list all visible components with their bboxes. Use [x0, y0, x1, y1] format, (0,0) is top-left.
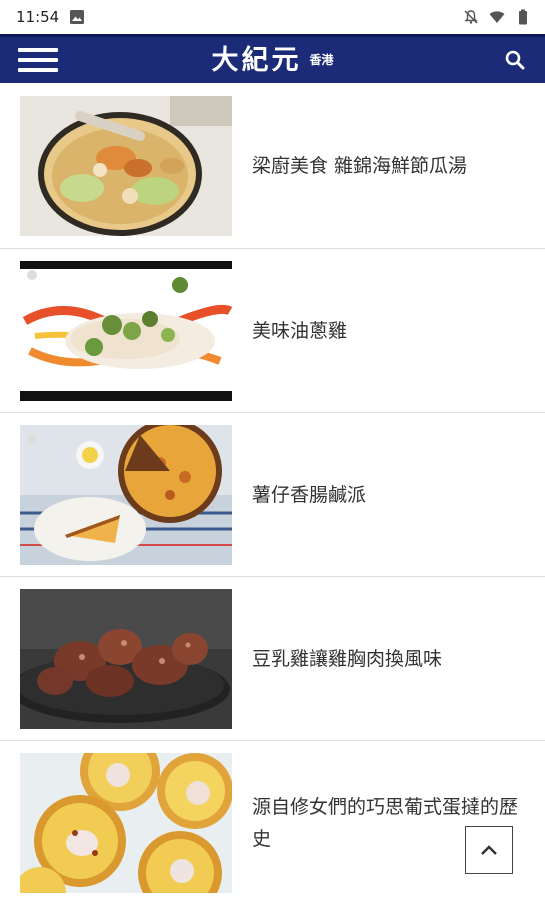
brand-logo[interactable]: 大紀元 香港 — [211, 47, 333, 74]
article-item[interactable]: 薯仔香腸鹹派 — [0, 413, 545, 577]
article-thumbnail-seafood-soup[interactable] — [20, 95, 232, 236]
battery-icon — [519, 9, 527, 25]
brand-name: 大紀元 — [211, 44, 302, 76]
article-thumbnail-scallion-chicken[interactable] — [20, 260, 232, 401]
article-thumbnail-fried-chicken[interactable] — [20, 588, 232, 729]
article-list: 梁廚美食 雜錦海鮮節瓜湯 美味油蔥雞 薯仔香腸鹹派 豆乳雞讓雞胸肉換風味 源自修… — [0, 83, 545, 900]
article-title[interactable]: 梁廚美食 雜錦海鮮節瓜湯 — [252, 150, 467, 182]
chevron-up-icon — [481, 845, 497, 855]
status-bar: 11:54 — [0, 0, 545, 34]
status-left: 11:54 — [16, 8, 85, 26]
wifi-icon — [489, 11, 505, 23]
article-item[interactable]: 源自修女們的巧思葡式蛋撻的歷史 — [0, 741, 545, 900]
status-right — [463, 9, 531, 25]
article-item[interactable]: 梁廚美食 雜錦海鮮節瓜湯 — [0, 83, 545, 249]
back-to-top-button[interactable] — [465, 826, 513, 874]
image-icon — [70, 10, 85, 24]
app-header: 大紀元 香港 — [0, 34, 545, 83]
notifications-off-icon — [464, 10, 478, 24]
article-thumbnail-quiche[interactable] — [20, 424, 232, 565]
article-thumbnail-egg-tarts[interactable] — [20, 752, 232, 893]
article-title[interactable]: 薯仔香腸鹹派 — [252, 479, 366, 511]
article-title[interactable]: 豆乳雞讓雞胸肉換風味 — [252, 643, 442, 675]
brand-region: 香港 — [309, 52, 334, 67]
status-time: 11:54 — [16, 8, 60, 26]
search-icon[interactable] — [503, 48, 527, 72]
article-title[interactable]: 美味油蔥雞 — [252, 315, 347, 347]
article-item[interactable]: 美味油蔥雞 — [0, 249, 545, 413]
hamburger-menu-icon[interactable] — [18, 45, 58, 75]
article-item[interactable]: 豆乳雞讓雞胸肉換風味 — [0, 577, 545, 741]
